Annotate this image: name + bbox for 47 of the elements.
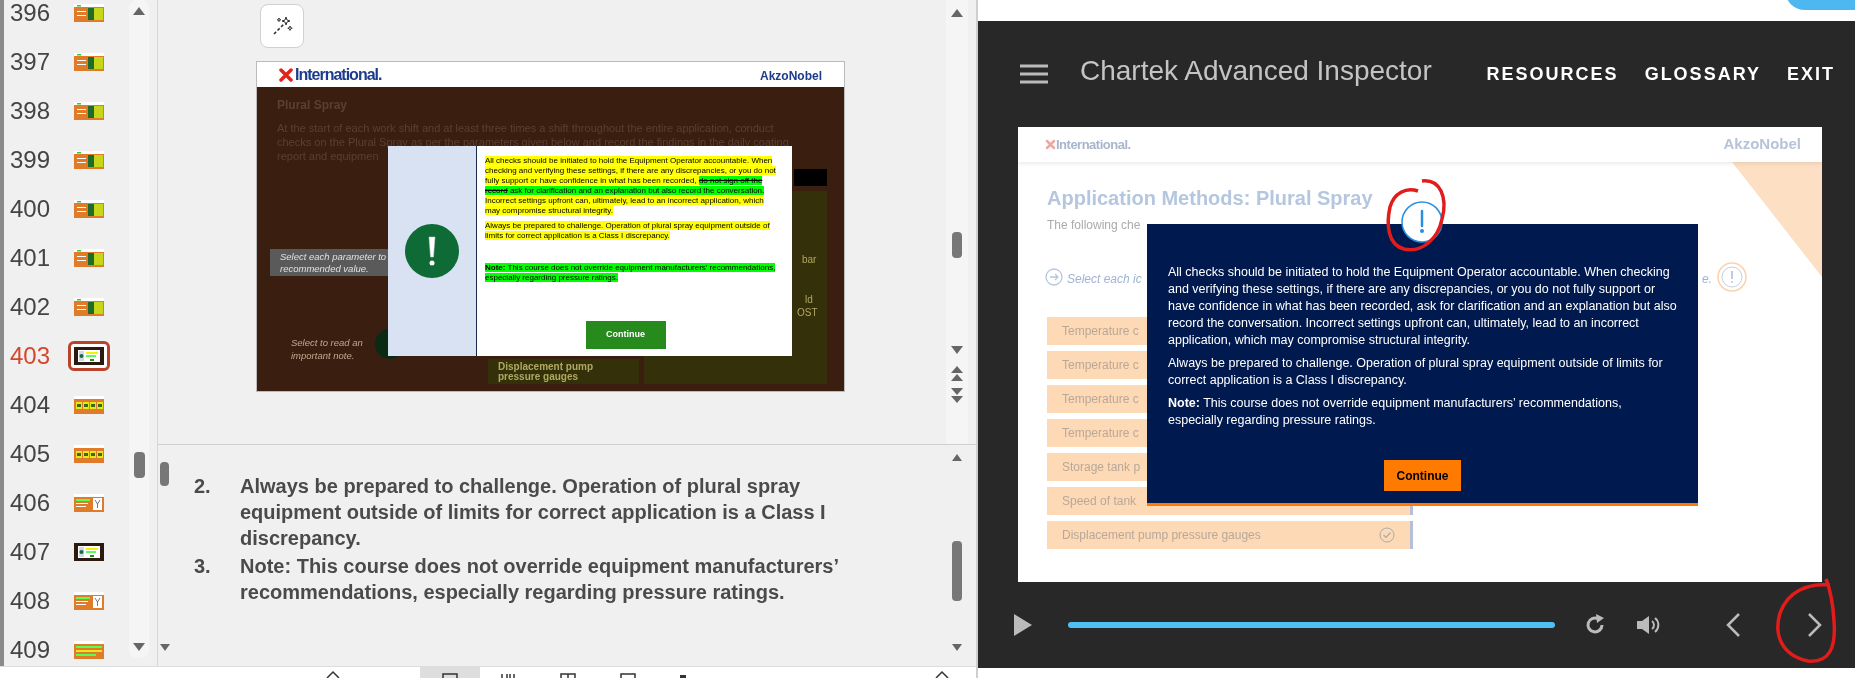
intro-text: The following che [1047, 217, 1141, 234]
panel-text: bar [802, 253, 817, 267]
item-label: Displacement pump pressure gauges [1062, 527, 1261, 544]
slide-number: 400 [10, 193, 52, 224]
dialog-paragraph: All checks should be initiated to hold the Equipment Operator accountable. When checking and verifying these settings, if there are any discrepancies, or you do not fully support or have confidence in what has been recorded, do not sign off the record ask for clarification and an explanation but also record the conversation. Incorrect settings upfront can, ultimately, lead to an incorrect application, which may compromise structural integrity. [485, 156, 777, 216]
course-title: Chartek Advanced Inspector [1080, 54, 1432, 88]
logo-text: International. [1056, 135, 1131, 154]
item-label: Temperature c [1062, 357, 1139, 374]
instruction-text: e. [1702, 271, 1712, 288]
slide-number: 409 [10, 634, 52, 665]
note-text: Note: This course does not override equipment manufacturers’ recommendations, especially regarding pressure ratings. [240, 554, 839, 605]
slide-number: 408 [10, 585, 52, 616]
instruction-line: Select each parameter to [280, 251, 388, 263]
item-label: Speed of tank [1062, 493, 1137, 510]
slide-heading: Application Methods: Plural Spray [1047, 186, 1373, 211]
panel-text: OST [797, 306, 818, 320]
slide-number: 397 [10, 46, 52, 77]
slide-number: 399 [10, 144, 52, 175]
item-label: Temperature c [1062, 323, 1139, 340]
item-label: Storage tank p [1062, 459, 1141, 476]
item-label: Temperature c [1062, 425, 1139, 442]
slide-number: 396 [10, 0, 52, 28]
slide-number: 407 [10, 536, 52, 567]
slide-number: 402 [10, 291, 52, 322]
instruction-text: Select each ic [1067, 271, 1142, 288]
item-label: Temperature c [1062, 391, 1139, 408]
dialog-paragraph: Always be prepared to challenge. Operation of plural spray equipment outside of limits for correct application is a Class I discrepancy. [1168, 355, 1664, 389]
slide-number: 405 [10, 438, 52, 469]
brand-text: AkzoNobel [1723, 134, 1801, 155]
slide-number: 398 [10, 95, 52, 126]
dialog-paragraph: All checks should be initiated to hold the Equipment Operator accountable. When checking and verifying these settings, if there are any discrepancies, or you do not fully support or have confidence in what has been recorded, ask for clarification and an explanation but also record the conversation. Incorrect settings upfront can, ultimately, lead to an incorrect application, which may compromise structural integrity. [1168, 264, 1677, 349]
logo-text: International. [295, 64, 382, 85]
list-number: 2. [194, 474, 212, 499]
dialog-paragraph: Note: This course does not override equipment manufacturers’ recommendations, especially regarding pressure ratings. [485, 263, 777, 283]
slide-number: 404 [10, 389, 52, 420]
hint-line: important note. [291, 349, 356, 362]
slide-number: 403 [10, 340, 52, 371]
panel-text: ld [805, 293, 813, 307]
brand-text: AkzoNobel [760, 68, 822, 85]
list-number: 3. [194, 554, 212, 579]
note-text: Always be prepared to challenge. Operation of plural spray equipment outside of limits for correct application is a Class I discrepancy. [240, 474, 827, 551]
hint-line: Select to read an [291, 336, 363, 349]
dialog-paragraph: Note: This course does not override equipment manufacturers’ recommendations, especially regarding pressure ratings. [1168, 395, 1623, 429]
dialog-paragraph: Always be prepared to challenge. Operation of plural spray equipment outside of limits for correct application is a Class I discrepancy. [485, 221, 771, 241]
instruction-line: recommended value. [280, 263, 370, 275]
slide-number: 406 [10, 487, 52, 518]
slide-number: 401 [10, 242, 52, 273]
